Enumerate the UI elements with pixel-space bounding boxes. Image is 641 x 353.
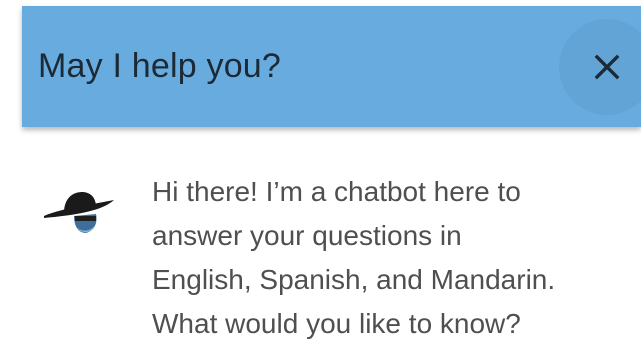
bot-message-text: Hi there! I’m a chatbot here to answer yo… xyxy=(152,170,641,346)
chat-widget: May I help you? Hi there! I’m a chatbot … xyxy=(22,0,641,353)
chat-title: May I help you? xyxy=(38,47,282,85)
message-line: answer your questions in xyxy=(152,220,462,251)
chatbot-avatar-icon xyxy=(44,192,114,233)
chat-header: May I help you? xyxy=(22,6,641,127)
close-button[interactable] xyxy=(559,19,641,115)
close-icon xyxy=(594,54,620,80)
page: May I help you? Hi there! I’m a chatbot … xyxy=(0,0,641,353)
message-line: What would you like to know? xyxy=(152,308,521,339)
message-line: Hi there! I’m a chatbot here to xyxy=(152,176,521,207)
message-line: English, Spanish, and Mandarin. xyxy=(152,264,556,295)
